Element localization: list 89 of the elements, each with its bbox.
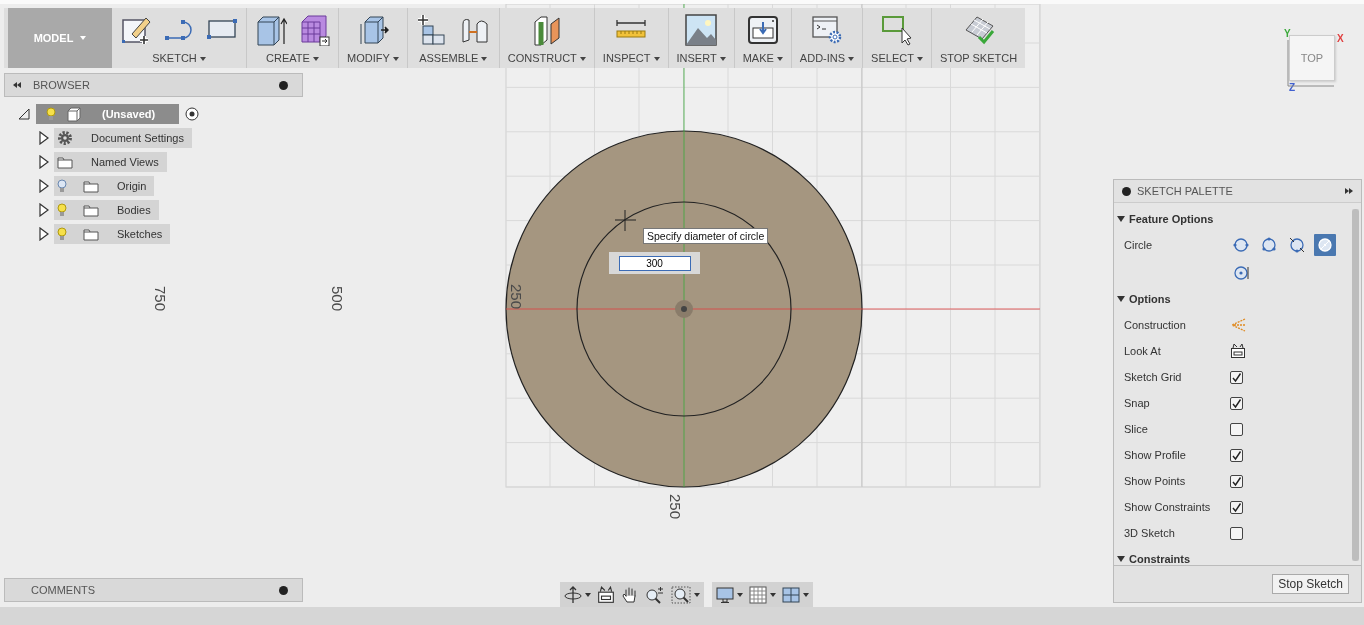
- stop-sketch-button[interactable]: Stop Sketch: [1272, 574, 1349, 594]
- option-label: 3D Sketch: [1124, 527, 1176, 539]
- option-label: Show Points: [1124, 475, 1187, 487]
- toolbar-menu[interactable]: ASSEMBLE: [419, 52, 488, 64]
- select-rectangle-icon[interactable]: [881, 14, 913, 46]
- box-arrow-icon[interactable]: [255, 14, 287, 46]
- checkbox[interactable]: [1230, 422, 1243, 436]
- option-label: Slice: [1124, 423, 1149, 435]
- x-axis-label: X: [1337, 33, 1344, 44]
- grid-dimension-label: 500: [329, 286, 346, 312]
- tree-item[interactable]: Document Settings: [54, 128, 192, 148]
- collapsed-triangle-icon[interactable]: [38, 227, 50, 241]
- folder-icon: [57, 155, 73, 169]
- option-label: Circle: [1124, 239, 1154, 251]
- caret-icon[interactable]: [694, 592, 700, 597]
- toolbar-menu[interactable]: INSERT: [676, 52, 726, 64]
- folder-icon: [83, 227, 99, 241]
- tree-item[interactable]: Bodies: [54, 200, 159, 220]
- gear-icon: [57, 130, 73, 146]
- toolbar-menu[interactable]: CONSTRUCT: [507, 52, 586, 64]
- tree-item[interactable]: Origin: [54, 176, 155, 196]
- monitor-icon[interactable]: [716, 585, 734, 604]
- collapsed-triangle-icon[interactable]: [38, 155, 50, 169]
- caret-icon[interactable]: [770, 592, 776, 597]
- caret-icon[interactable]: [585, 592, 591, 597]
- orbit-icon[interactable]: [564, 585, 582, 604]
- collapsed-triangle-icon[interactable]: [38, 179, 50, 193]
- checkbox[interactable]: [1230, 396, 1243, 410]
- light-bulb-icon[interactable]: [57, 179, 67, 193]
- toolbar-menu[interactable]: SKETCH: [152, 52, 206, 64]
- scrollbar[interactable]: [1352, 209, 1359, 561]
- viewports-icon[interactable]: [782, 585, 800, 604]
- y-axis-label: Y: [1284, 28, 1291, 39]
- caret-icon[interactable]: [737, 592, 743, 597]
- option-label: Look At: [1124, 345, 1162, 357]
- grid-dimension-label: 250: [508, 284, 525, 310]
- checkbox[interactable]: [1230, 500, 1243, 514]
- section-header[interactable]: Feature Options: [1117, 206, 1352, 232]
- center-point: [675, 300, 693, 318]
- circle-tool-icon[interactable]: [1314, 234, 1336, 256]
- cubes-plus-icon[interactable]: [415, 14, 448, 46]
- toolbar-menu[interactable]: MAKE: [742, 52, 783, 64]
- landscape-image-icon[interactable]: [685, 14, 718, 46]
- toolbar-menu[interactable]: MODIFY: [347, 52, 399, 64]
- zoom-icon[interactable]: [645, 585, 665, 604]
- look-at-icon[interactable]: [1230, 343, 1246, 359]
- component-cube-icon: [66, 106, 82, 122]
- option-label: Show Profile: [1124, 449, 1187, 461]
- collapsed-triangle-icon[interactable]: [38, 131, 50, 145]
- checkbox[interactable]: [1230, 474, 1243, 488]
- terminal-gear-icon[interactable]: [810, 14, 843, 46]
- toolbar-menu[interactable]: ADD-INS: [799, 52, 855, 64]
- plus-icon[interactable]: [279, 585, 288, 595]
- printer-icon[interactable]: [746, 14, 779, 46]
- grid-cube-icon[interactable]: [298, 14, 330, 46]
- folder-icon: [83, 179, 99, 193]
- diameter-input[interactable]: 300: [618, 255, 691, 271]
- toolbar-menu[interactable]: CREATE: [266, 52, 319, 64]
- zoom-window-icon[interactable]: [671, 585, 691, 604]
- panel-title: COMMENTS: [31, 584, 97, 596]
- grid-dimension-label: 750: [152, 286, 169, 312]
- option-label: Show Constraints: [1124, 501, 1212, 513]
- option-label: Snap: [1124, 397, 1151, 409]
- radio-button-icon[interactable]: [185, 107, 200, 121]
- grid-dimension-label: 250: [667, 494, 684, 520]
- look-at-icon[interactable]: [597, 585, 615, 604]
- tree-item[interactable]: Named Views: [54, 152, 167, 172]
- toolbar-menu[interactable]: STOP SKETCH: [939, 52, 1018, 64]
- caret-icon[interactable]: [803, 592, 809, 597]
- option-label: Construction: [1124, 319, 1187, 331]
- option-label: Sketch Grid: [1124, 371, 1183, 383]
- expanded-triangle-icon[interactable]: [18, 108, 30, 120]
- checkbox[interactable]: [1230, 370, 1243, 384]
- tooltip: Specify diameter of circle: [643, 228, 769, 244]
- minus-icon[interactable]: [1122, 186, 1131, 196]
- panel-title: SKETCH PALETTE: [1137, 185, 1234, 197]
- panel-title: BROWSER: [33, 79, 91, 91]
- tree-item[interactable]: Sketches: [54, 224, 171, 244]
- z-axis-label: Z: [1289, 82, 1296, 93]
- section-header[interactable]: Options: [1117, 286, 1352, 312]
- crosshair-cursor-icon: [614, 209, 637, 232]
- checkbox[interactable]: [1230, 526, 1243, 540]
- pan-hand-icon[interactable]: [621, 585, 639, 604]
- collapsed-triangle-icon[interactable]: [38, 203, 50, 217]
- checkbox[interactable]: [1230, 448, 1243, 462]
- folder-icon: [83, 203, 99, 217]
- minus-icon[interactable]: [279, 80, 288, 90]
- toolbar-menu[interactable]: SELECT: [871, 52, 923, 64]
- toolbar-menu[interactable]: INSPECT: [602, 52, 660, 64]
